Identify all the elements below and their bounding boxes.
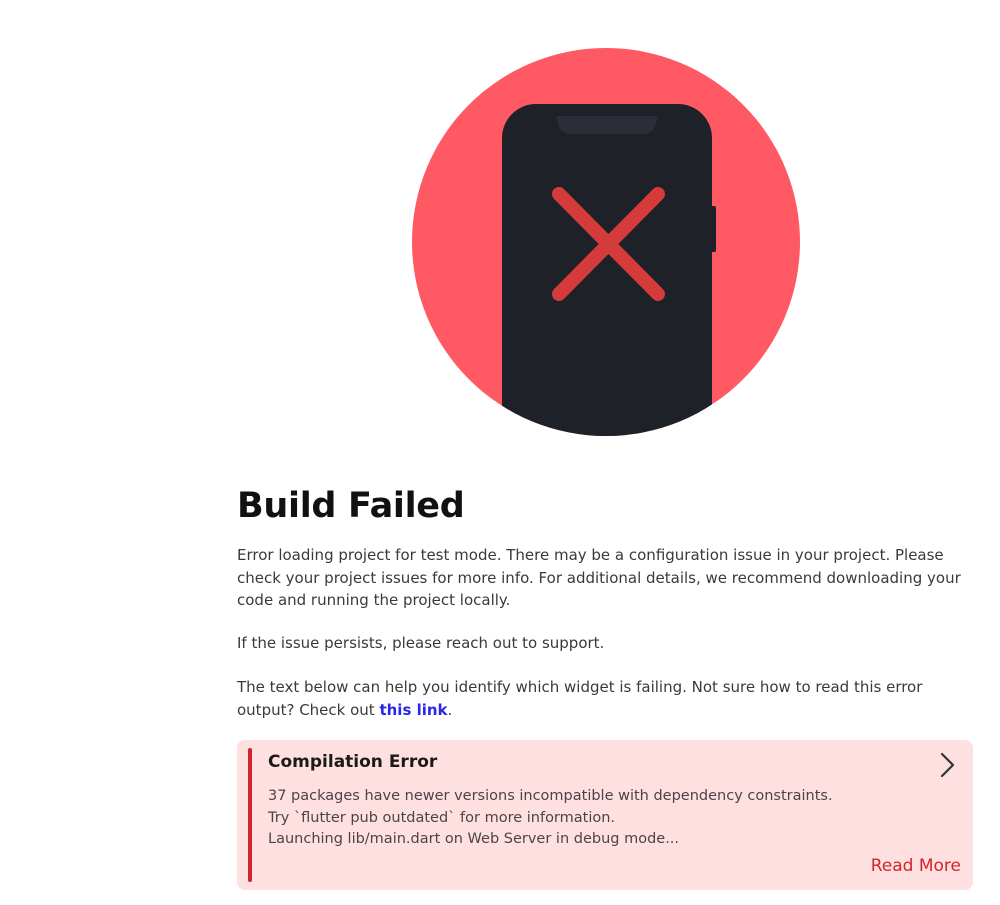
chevron-right-icon[interactable]: [935, 750, 959, 780]
phone-with-red-x-icon: [412, 48, 800, 436]
error-output: 37 packages have newer versions incompat…: [268, 786, 833, 851]
page-title: Build Failed: [237, 486, 465, 526]
error-line: 37 packages have newer versions incompat…: [268, 788, 833, 804]
error-title: Compilation Error: [268, 752, 438, 772]
support-message: If the issue persists, please reach out …: [237, 634, 605, 652]
help-message: The text below can help you identify whi…: [237, 676, 977, 721]
help-text-end: .: [447, 700, 453, 719]
error-accent-bar: [248, 748, 252, 882]
read-more-link[interactable]: Read More: [871, 856, 961, 876]
error-description: Error loading project for test mode. The…: [237, 546, 961, 609]
error-line: Try `flutter pub outdated` for more info…: [268, 809, 616, 826]
compilation-error-card[interactable]: Compilation Error 37 packages have newer…: [237, 740, 973, 890]
build-failed-page: Build Failed Error loading project for t…: [0, 0, 1000, 905]
error-line: Launching lib/main.dart on Web Server in…: [268, 831, 680, 847]
help-text: The text below can help you identify whi…: [237, 678, 923, 719]
help-link[interactable]: this link: [379, 701, 447, 719]
